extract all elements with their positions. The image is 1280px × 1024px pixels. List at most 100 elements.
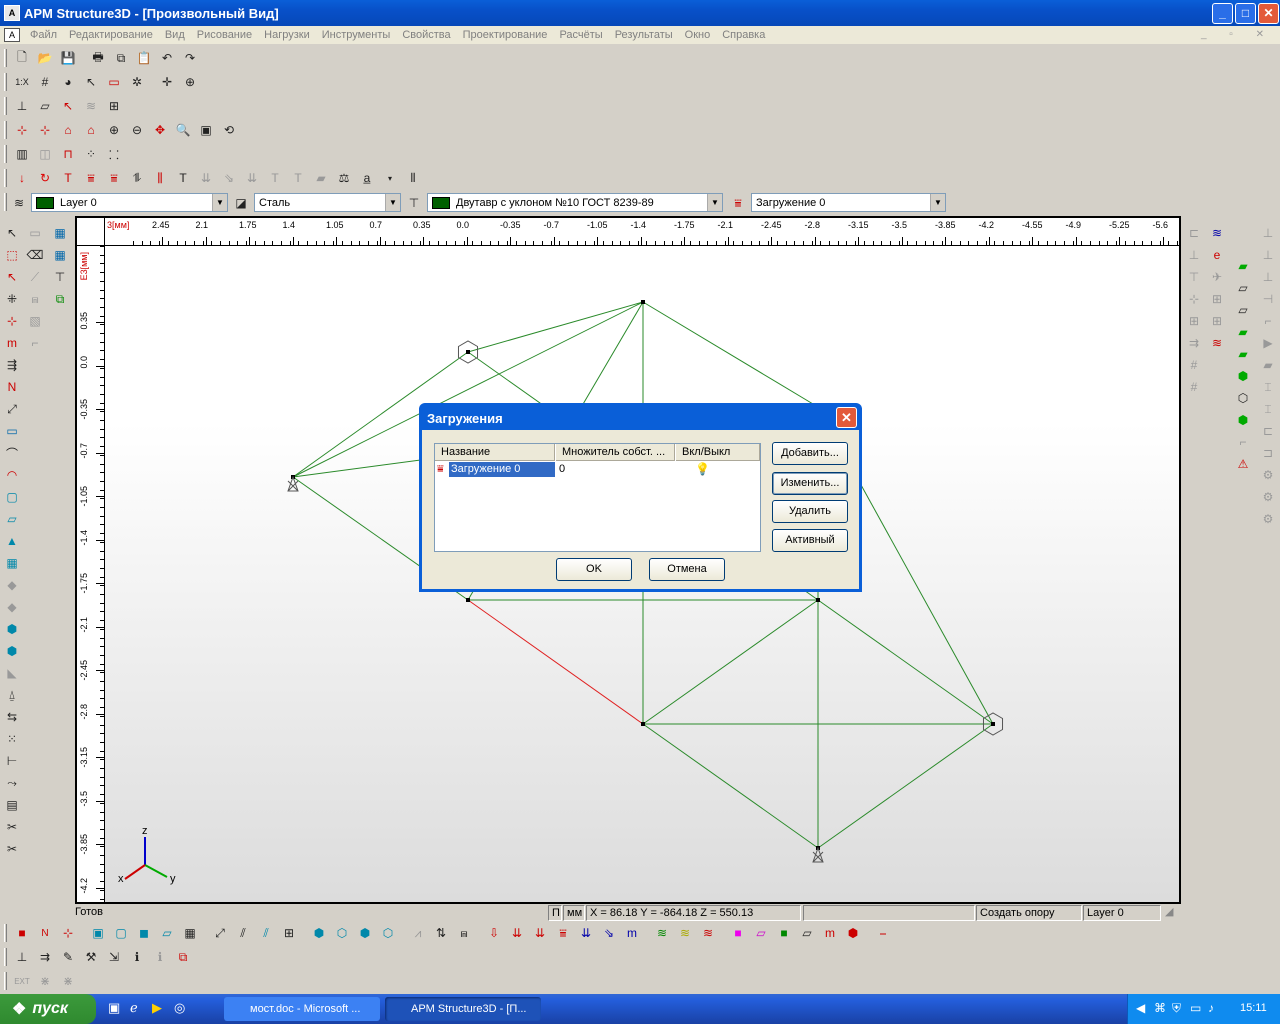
mesh-icon[interactable]: ▦ xyxy=(1,552,23,574)
menu-tools[interactable]: Инструменты xyxy=(316,29,397,41)
spectrum-icon[interactable]: ⫴ xyxy=(402,167,424,189)
bracket2-icon[interactable]: ⊐ xyxy=(1257,442,1279,464)
trim-icon[interactable]: ⋇ xyxy=(34,970,56,992)
numbering-icon[interactable]: N xyxy=(1,376,23,398)
truss-node[interactable] xyxy=(291,475,295,479)
cross-icon[interactable]: ⊹ xyxy=(1183,288,1205,310)
close-button[interactable]: ✕ xyxy=(1258,3,1279,24)
menu-calculations[interactable]: Расчёты xyxy=(553,29,608,41)
node-icon[interactable]: ⁜ xyxy=(1,288,23,310)
load-case-icon[interactable]: ⩸ xyxy=(727,192,749,214)
truss-member[interactable] xyxy=(467,599,644,725)
block2-icon[interactable]: ▰ xyxy=(1257,354,1279,376)
matrix2-icon[interactable]: # xyxy=(1183,376,1205,398)
matrix-icon[interactable]: # xyxy=(1183,354,1205,376)
layer-edit-icon[interactable]: e xyxy=(1206,244,1228,266)
truss-node[interactable] xyxy=(641,722,645,726)
redo-icon[interactable]: ↷ xyxy=(179,47,201,69)
save-icon[interactable]: 💾 xyxy=(57,47,79,69)
table2-icon[interactable]: ▦ xyxy=(49,244,71,266)
plate-load-icon[interactable]: ⇊ xyxy=(241,167,263,189)
spring-icon[interactable]: ⌶ xyxy=(1257,376,1279,398)
temperature-icon[interactable]: T xyxy=(57,167,79,189)
truss-member[interactable] xyxy=(817,723,994,849)
box-plate-icon[interactable]: ▰ xyxy=(1232,255,1254,277)
torsion-icon[interactable]: ⥮ xyxy=(126,167,148,189)
lightbulb-on-icon[interactable]: 💡 xyxy=(695,462,710,477)
print-preview-icon[interactable]: ▤ xyxy=(1,794,23,816)
volume-icon[interactable]: ♪ xyxy=(1208,1001,1214,1015)
select-window-icon[interactable]: ⬚ xyxy=(1,244,23,266)
mass-node-icon[interactable]: m xyxy=(1,332,23,354)
truss-node[interactable] xyxy=(816,846,820,850)
warning-icon[interactable]: ⚠ xyxy=(1232,453,1254,475)
color-edit-icon[interactable]: ▱ xyxy=(796,922,818,944)
eraser-icon[interactable]: ⌫ xyxy=(24,244,46,266)
table-icon[interactable]: ▦ xyxy=(49,222,71,244)
angle-load-icon[interactable]: ⇘ xyxy=(218,167,240,189)
browser-icon[interactable]: ◎ xyxy=(174,1000,185,1016)
row-name[interactable]: Загружение 0 xyxy=(449,462,555,477)
truss-member[interactable] xyxy=(467,301,644,353)
document-icon[interactable]: A xyxy=(4,28,20,42)
minimize-button[interactable]: _ xyxy=(1212,3,1233,24)
layer-delete-icon[interactable]: ≋ xyxy=(1206,332,1228,354)
hinge-icon[interactable]: ⇆ xyxy=(1,706,23,728)
taskbar-word[interactable]: мост.doc - Microsoft ... xyxy=(224,997,380,1021)
support-icon[interactable]: ⍙ xyxy=(1,684,23,706)
distributed-load2-icon[interactable]: ⩸ xyxy=(103,167,125,189)
maximize-button[interactable]: □ xyxy=(1235,3,1256,24)
show-shaded-icon[interactable]: ⬢ xyxy=(354,922,376,944)
ie-icon[interactable]: ℯ xyxy=(130,1000,138,1016)
plate-temp2-icon[interactable]: T xyxy=(287,167,309,189)
plate-icon[interactable]: ▢ xyxy=(1,486,23,508)
active-button[interactable]: Активный xyxy=(772,529,848,552)
layers-stack-icon[interactable]: ≋ xyxy=(1206,222,1228,244)
pin-support2-icon[interactable]: ⊥ xyxy=(1257,244,1279,266)
mass-icon[interactable]: ⚖ xyxy=(333,167,355,189)
show-dist-icon[interactable]: ⩸ xyxy=(552,922,574,944)
uniform-load-icon[interactable]: ⫼ xyxy=(149,167,171,189)
menu-design[interactable]: Проектирование xyxy=(457,29,554,41)
chevron-down-icon[interactable]: ▼ xyxy=(707,194,722,211)
show-edges-icon[interactable]: ⬡ xyxy=(377,922,399,944)
show-layer-icon[interactable]: ≋ xyxy=(651,922,673,944)
truss-member[interactable] xyxy=(642,723,819,849)
view-top-icon[interactable]: ⌂ xyxy=(80,119,102,141)
zero-line-icon[interactable]: ⎯ xyxy=(872,922,894,944)
show-mass-icon[interactable]: m xyxy=(621,922,643,944)
node-number-icon[interactable]: N xyxy=(34,922,56,944)
column-header-multiplier[interactable]: Множитель собст. ... xyxy=(556,444,675,461)
ruler-icon[interactable]: ▭ xyxy=(103,71,125,93)
column-header-enabled[interactable]: Вкл/Выкл xyxy=(676,444,760,461)
back-arrow-icon[interactable]: ◀ xyxy=(1136,1001,1145,1015)
color-box-icon[interactable]: ⬢ xyxy=(842,922,864,944)
flag-icon[interactable]: ▶ xyxy=(1257,332,1279,354)
pressure-icon[interactable]: ▰ xyxy=(310,167,332,189)
check-icon[interactable]: ⇉ xyxy=(34,946,56,968)
box-plate2-icon[interactable]: ▱ xyxy=(1232,277,1254,299)
show-wire-icon[interactable]: ⬡ xyxy=(331,922,353,944)
menu-view[interactable]: Вид xyxy=(159,29,191,41)
stairs-icon[interactable]: ⌐ xyxy=(1232,431,1254,453)
menu-draw[interactable]: Рисование xyxy=(191,29,258,41)
rod-icon[interactable]: ⤢ xyxy=(1,398,23,420)
layer-move-icon[interactable]: ⊞ xyxy=(1206,310,1228,332)
zoom-out-icon[interactable]: ⊖ xyxy=(126,119,148,141)
frame-icon[interactable]: ⊓ xyxy=(57,143,79,165)
frame-copy-icon[interactable]: ⧉ xyxy=(49,288,71,310)
trim2-icon[interactable]: ⋇ xyxy=(57,970,79,992)
show-arch-icon[interactable]: ⩎ xyxy=(453,922,475,944)
extrude-icon[interactable]: ◣ xyxy=(1,662,23,684)
show-layer3-icon[interactable]: ≋ xyxy=(697,922,719,944)
hinge2-icon[interactable]: ⊣ xyxy=(1257,288,1279,310)
point-icon[interactable]: ■ xyxy=(11,922,33,944)
show-layer2-icon[interactable]: ≋ xyxy=(674,922,696,944)
fixed-icon[interactable]: ⌐ xyxy=(1257,310,1279,332)
truss-node[interactable] xyxy=(466,598,470,602)
network-icon[interactable]: ⌘ xyxy=(1154,1001,1166,1015)
tools-icon[interactable]: ⚒ xyxy=(80,946,102,968)
show-rods-icon[interactable]: ⤢ xyxy=(209,922,231,944)
print-icon[interactable]: 🖶 xyxy=(87,47,109,69)
show-shells-icon[interactable]: ◼ xyxy=(133,922,155,944)
